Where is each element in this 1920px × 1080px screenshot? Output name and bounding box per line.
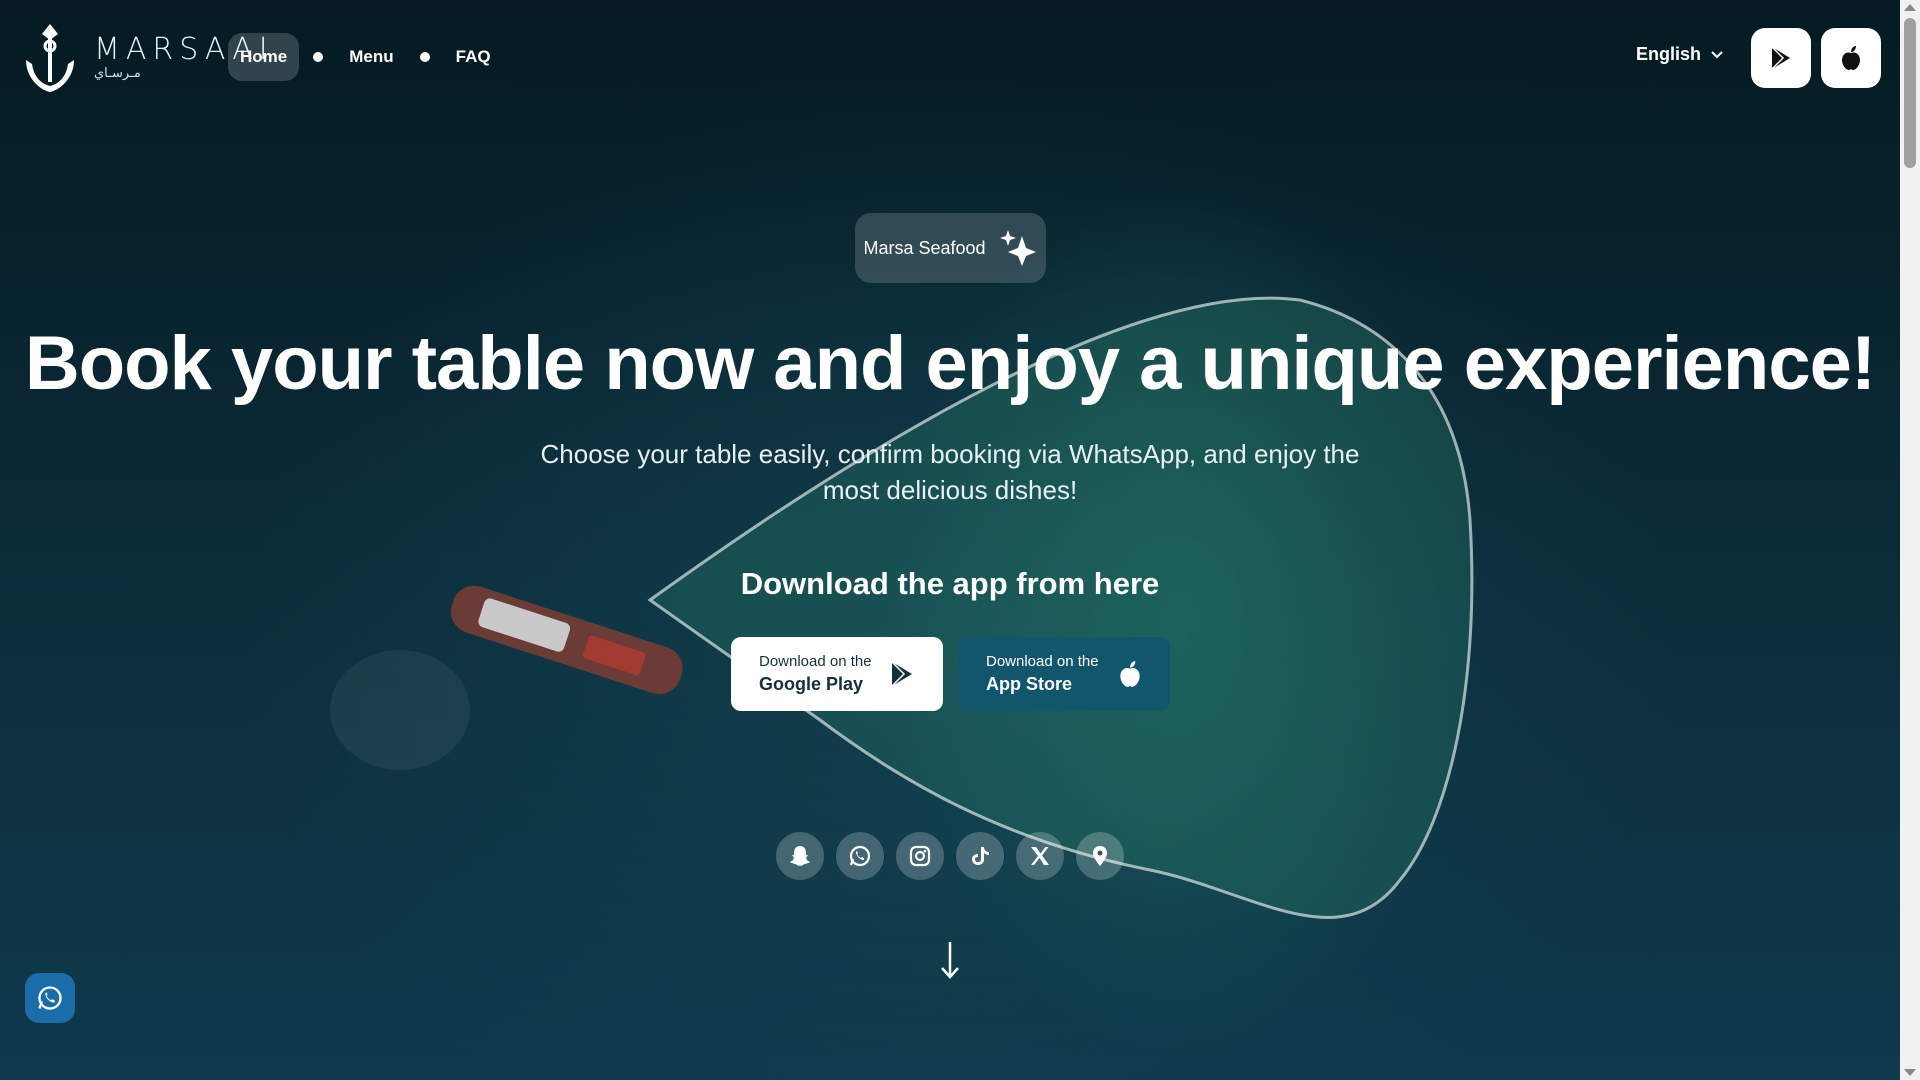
apple-icon [1120, 661, 1140, 687]
download-title: Download the app from here [740, 566, 1160, 601]
whatsapp-float-button[interactable] [25, 973, 75, 1023]
page-scrollbar[interactable] [1900, 0, 1920, 1080]
scroll-down-arrow-icon[interactable] [938, 940, 962, 984]
tiktok-icon [972, 847, 989, 865]
instagram-icon [909, 845, 931, 867]
language-selector[interactable]: English [1636, 44, 1723, 65]
nav-separator-dot [313, 52, 324, 62]
main-nav: Home Menu FAQ [228, 33, 503, 81]
whatsapp-icon [849, 845, 871, 867]
sparkles-icon [999, 230, 1036, 266]
google-play-big-text: Google Play [759, 674, 864, 694]
location-icon [1093, 846, 1107, 866]
x-link[interactable] [1016, 832, 1064, 880]
whatsapp-link[interactable] [836, 832, 884, 880]
snapchat-icon [790, 846, 810, 866]
nav-home[interactable]: Home [228, 33, 300, 81]
social-links [776, 832, 1124, 880]
brand-badge-label: Marsa Seafood [863, 237, 986, 258]
location-link[interactable] [1076, 832, 1124, 880]
app-store-small-text: Download on the [986, 653, 1099, 670]
whatsapp-icon [38, 986, 62, 1010]
app-store-download-button[interactable]: Download on the App Store [958, 637, 1170, 711]
header-google-play-button[interactable] [1751, 28, 1811, 88]
anchor-fish-logo-icon [26, 24, 74, 92]
hero-subtitle: Choose your table easily, confirm bookin… [540, 439, 1360, 505]
scroll-up-icon[interactable] [1904, 4, 1916, 11]
scroll-down-icon[interactable] [1904, 1069, 1916, 1076]
nav-separator-dot [419, 52, 430, 62]
nav-menu[interactable]: Menu [337, 33, 405, 81]
google-play-download-button[interactable]: Download on the Google Play [731, 637, 943, 711]
app-store-big-text: App Store [986, 674, 1073, 694]
nav-faq[interactable]: FAQ [444, 33, 503, 81]
tiktok-link[interactable] [956, 832, 1004, 880]
site-header: MARSAAI مـرسـاي Home Menu FAQ English [0, 0, 1900, 116]
x-icon [1031, 847, 1049, 865]
brand-badge: Marsa Seafood [855, 213, 1046, 283]
google-play-small-text: Download on the [759, 653, 872, 670]
play-store-icon [891, 661, 912, 687]
snapchat-link[interactable] [776, 832, 824, 880]
hero-background [0, 0, 1920, 1080]
scrollbar-thumb[interactable] [1904, 18, 1916, 168]
hero-title: Book your table now and enjoy a unique e… [24, 321, 1876, 406]
apple-icon [1842, 46, 1860, 70]
header-app-store-button[interactable] [1821, 28, 1881, 88]
fishing-net-illustration [330, 296, 1474, 919]
instagram-link[interactable] [896, 832, 944, 880]
chevron-down-icon [1711, 50, 1723, 58]
play-store-icon [1771, 46, 1790, 70]
language-label: English [1636, 44, 1702, 64]
